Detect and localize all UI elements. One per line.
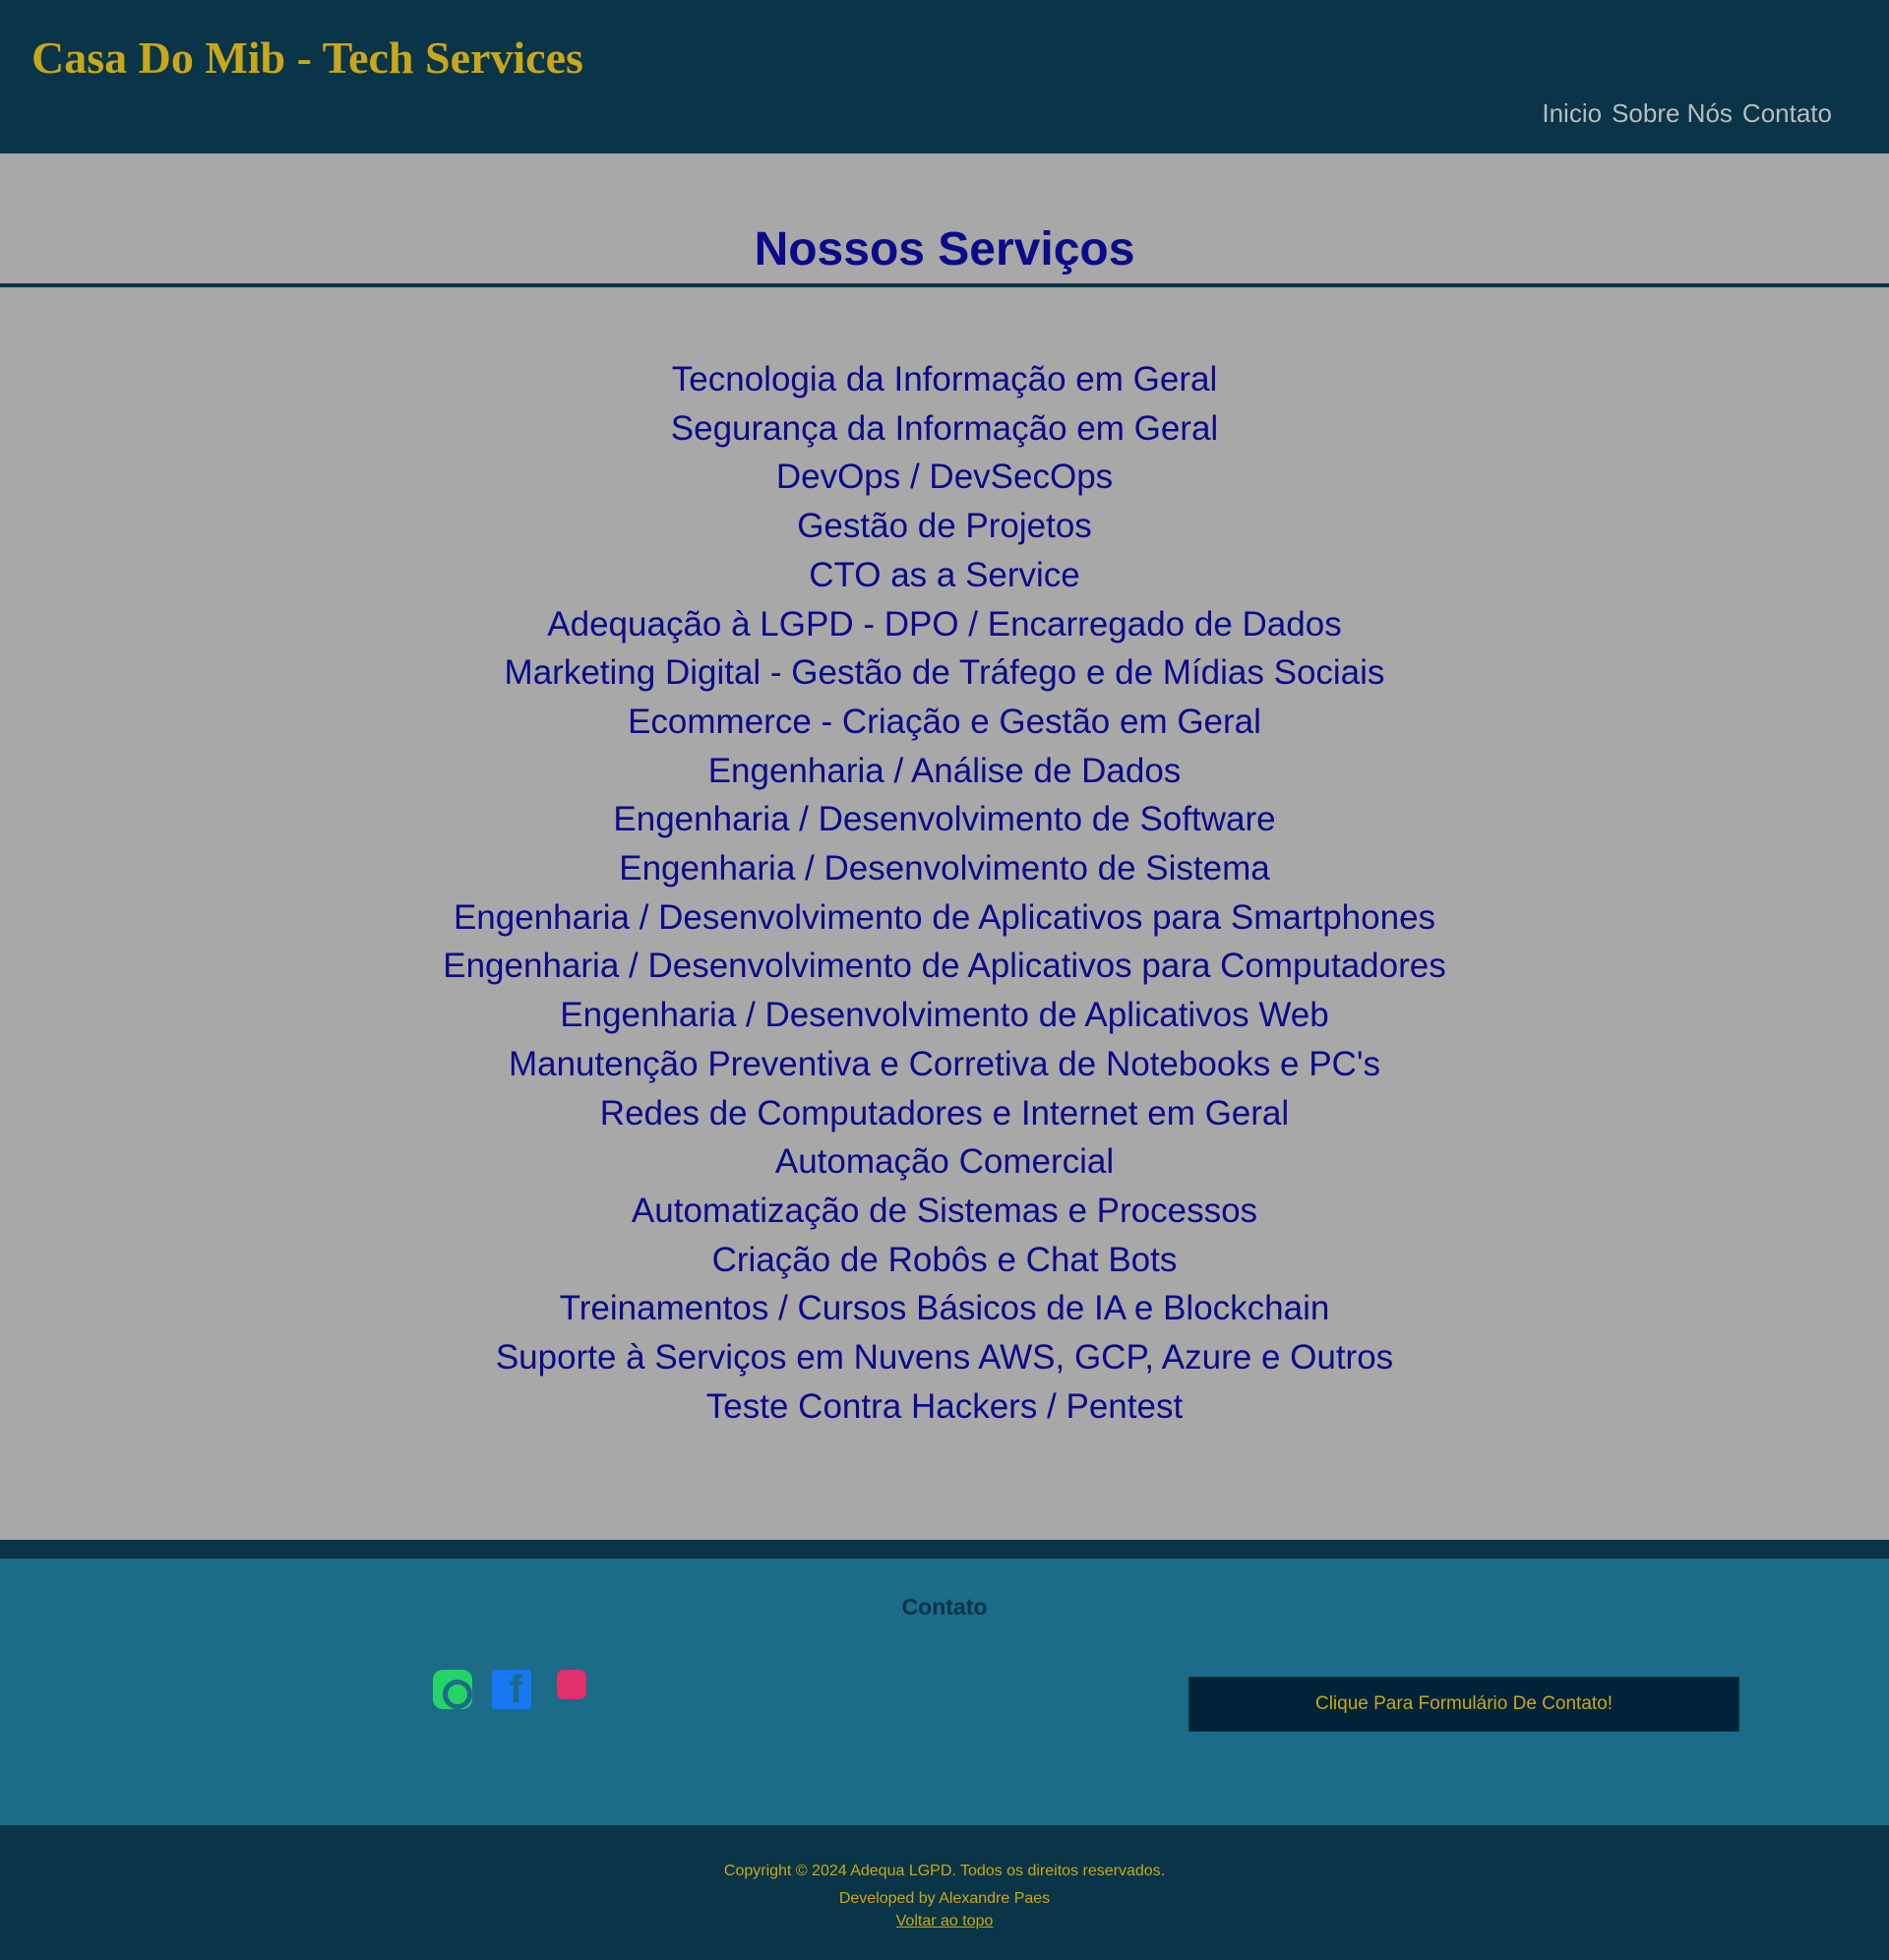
facebook-icon[interactable]: f (492, 1670, 531, 1709)
service-item: Engenharia / Desenvolvimento de Software (613, 800, 1276, 839)
service-item: Ecommerce - Criação e Gestão em Geral (628, 702, 1261, 741)
service-item: DevOps / DevSecOps (775, 458, 1114, 497)
service-item: Engenharia / Análise de Dados (707, 751, 1182, 790)
service-item: Marketing Digital - Gestão de Tráfego e … (504, 653, 1385, 693)
whatsapp-icon[interactable] (433, 1670, 472, 1709)
service-item: Automação Comercial (774, 1142, 1115, 1182)
service-item: Segurança da Informação em Geral (670, 408, 1219, 448)
services-title: Nossos Serviços (754, 223, 1135, 276)
service-item: Suporte à Serviços em Nuvens AWS, GCP, A… (495, 1338, 1394, 1378)
instagram-icon[interactable] (557, 1670, 586, 1699)
service-item: Engenharia / Desenvolvimento de Aplicati… (443, 947, 1446, 986)
site-footer: Copyright © 2024 Adequa LGPD. Todos os d… (0, 1825, 1889, 1960)
service-item: Engenharia / Desenvolvimento de Aplicati… (453, 897, 1436, 937)
service-item: Teste Contra Hackers / Pentest (705, 1386, 1184, 1426)
nav-contato[interactable]: Contato (1742, 98, 1832, 129)
service-item: Redes de Computadores e Internet em Gera… (599, 1093, 1290, 1133)
contact-title: Contato (901, 1594, 988, 1620)
main-nav: Inicio Sobre Nós Contato (1542, 98, 1832, 129)
service-item: Tecnologia da Informação em Geral (671, 360, 1218, 398)
service-item: Manutenção Preventiva e Corretiva de Not… (508, 1044, 1381, 1083)
service-item: Adequação à LGPD - DPO / Encarregado de … (547, 604, 1342, 643)
services-list: Tecnologia da Informação em Geral Segura… (0, 355, 1889, 1431)
service-item: Engenharia / Desenvolvimento de Sistema (619, 849, 1270, 888)
social-links: f (433, 1670, 586, 1709)
contact-section: Contato f Clique Para Formulário De Cont… (0, 1559, 1889, 1825)
service-item: Gestão de Projetos (797, 507, 1092, 546)
nav-inicio[interactable]: Inicio (1542, 98, 1602, 129)
service-item: Engenharia / Desenvolvimento de Aplicati… (560, 996, 1329, 1035)
contact-form-button[interactable]: Clique Para Formulário De Contato! (1188, 1677, 1739, 1732)
service-item: CTO as a Service (809, 555, 1080, 594)
footer-divider-band (0, 1540, 1889, 1559)
site-brand[interactable]: Casa Do Mib - Tech Services (31, 31, 583, 84)
back-to-top-link[interactable]: Voltar ao topo (896, 1913, 994, 1929)
service-item: Automatização de Sistemas e Processos (631, 1191, 1258, 1230)
nav-sobre-nos[interactable]: Sobre Nós (1612, 98, 1733, 129)
copyright-text: Copyright © 2024 Adequa LGPD. Todos os d… (723, 1863, 1166, 1879)
services-section: Nossos Serviços Tecnologia da Informação… (0, 153, 1889, 1540)
service-item: Criação de Robôs e Chat Bots (711, 1240, 1178, 1279)
service-item: Treinamentos / Cursos Básicos de IA e Bl… (559, 1289, 1330, 1328)
section-divider (0, 283, 1889, 287)
developer-credit: Developed by Alexandre Paes (838, 1890, 1051, 1907)
site-header: Casa Do Mib - Tech Services Inicio Sobre… (0, 0, 1889, 153)
